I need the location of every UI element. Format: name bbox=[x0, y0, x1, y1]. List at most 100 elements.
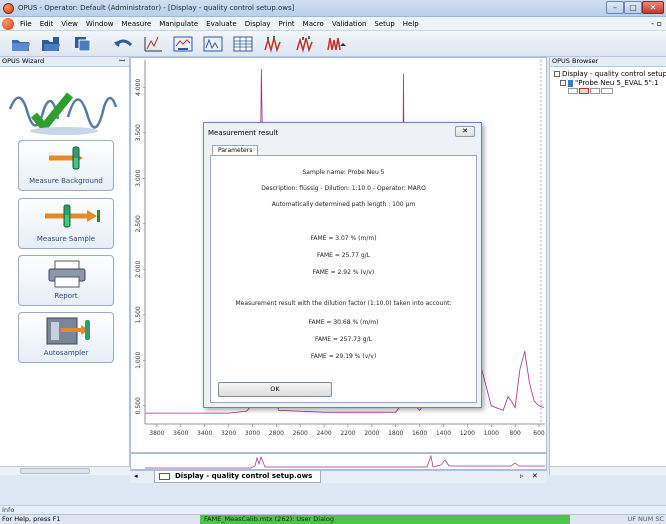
wizard-scroll-thumb[interactable] bbox=[20, 468, 90, 474]
report-block-icon[interactable] bbox=[590, 88, 600, 94]
opus-app-icon[interactable] bbox=[3, 3, 14, 14]
wizard-title: OPUS Wizard bbox=[2, 57, 45, 65]
multi-peak-icon[interactable] bbox=[326, 34, 348, 54]
menu-measure[interactable]: Measure bbox=[118, 19, 156, 29]
pin-icon[interactable]: ꟷ bbox=[119, 57, 125, 66]
tab-scroll-left-icon[interactable]: ◂ bbox=[134, 472, 138, 480]
undo-arrow-icon[interactable] bbox=[112, 34, 134, 54]
tree-expand-icon[interactable] bbox=[554, 71, 560, 77]
maximize-button[interactable]: □ bbox=[624, 1, 642, 14]
result-mm-text: FAME = 3.07 % (m/m) bbox=[310, 235, 377, 242]
tree-child-label[interactable]: "Probe Neu 5_EVAL 5":1 bbox=[575, 79, 659, 87]
peak-pick-2-icon[interactable] bbox=[294, 34, 316, 54]
x-tick-label: 3400 bbox=[197, 430, 212, 437]
x-tick-label: 1600 bbox=[412, 430, 427, 437]
diluted-result-mm-text: FAME = 30.68 % (m/m) bbox=[308, 319, 379, 326]
ok-button[interactable]: OK bbox=[218, 382, 332, 397]
history-block-icon[interactable] bbox=[601, 88, 613, 94]
mdi-restore-button[interactable]: - ▫ bbox=[651, 19, 662, 28]
tree-expand-icon[interactable] bbox=[560, 80, 566, 86]
dialog-title: Measurement result bbox=[208, 129, 279, 137]
x-tick-label: 800 bbox=[509, 430, 521, 437]
autosampler-label: Autosampler bbox=[43, 349, 89, 357]
report-button[interactable]: Report bbox=[18, 255, 114, 306]
menu-manipulate[interactable]: Manipulate bbox=[155, 19, 202, 29]
tab-close-icon[interactable]: ✕ bbox=[532, 472, 538, 480]
opus-browser-pane: OPUS Browser Display - quality control s… bbox=[549, 57, 666, 475]
dialog-close-button[interactable]: ✕ bbox=[455, 126, 475, 137]
copy-windows-icon[interactable] bbox=[72, 34, 94, 54]
menu-logo-icon[interactable] bbox=[2, 18, 14, 30]
tree-root-label[interactable]: Display - quality control setup.ows bbox=[562, 70, 666, 78]
x-tick-label: 2400 bbox=[316, 430, 331, 437]
browser-title: OPUS Browser bbox=[552, 57, 599, 65]
menu-evaluate[interactable]: Evaluate bbox=[202, 19, 241, 29]
diluted-result-gl-text: FAME = 257.73 g/L bbox=[315, 336, 372, 343]
y-tick-label: 2.500 bbox=[135, 215, 142, 232]
status-task-indicator: FAME_MeasCalib.mtx (262): User Dialog bbox=[200, 515, 570, 524]
overview-line bbox=[145, 454, 545, 469]
menu-macro[interactable]: Macro bbox=[299, 19, 328, 29]
x-tick-label: 3200 bbox=[221, 430, 236, 437]
overview-spectrum[interactable] bbox=[130, 453, 547, 470]
printer-icon bbox=[48, 260, 86, 288]
result-vv-text: FAME = 2.92 % (v/v) bbox=[312, 269, 375, 276]
menu-bar: File Edit View Window Measure Manipulate… bbox=[0, 17, 666, 31]
open-folder-icon[interactable] bbox=[10, 34, 32, 54]
menu-help[interactable]: Help bbox=[399, 19, 423, 29]
peak-pick-icon[interactable] bbox=[262, 34, 284, 54]
menu-display[interactable]: Display bbox=[241, 19, 275, 29]
x-tick-label: 1000 bbox=[484, 430, 499, 437]
menu-view[interactable]: View bbox=[57, 19, 82, 29]
toolbar bbox=[0, 31, 666, 57]
y-tick-label: 2.000 bbox=[135, 261, 142, 278]
minimize-button[interactable]: – bbox=[606, 1, 624, 14]
save-folder-icon[interactable] bbox=[40, 34, 62, 54]
measure-background-button[interactable]: Measure Background bbox=[18, 140, 114, 191]
measure-sample-button[interactable]: Measure Sample bbox=[18, 198, 114, 249]
close-button[interactable]: ✕ bbox=[642, 1, 664, 14]
x-tick-label: 1200 bbox=[460, 430, 475, 437]
opus-wizard-pane: OPUS Wizard ꟷ Measure Background Measure… bbox=[0, 57, 130, 475]
crosshair-icon[interactable] bbox=[142, 34, 164, 54]
menu-edit[interactable]: Edit bbox=[36, 19, 58, 29]
wizard-header: OPUS Wizard ꟷ bbox=[0, 57, 129, 67]
tree-root-row[interactable]: Display - quality control setup.ows bbox=[554, 70, 666, 78]
info-bar: Info bbox=[0, 505, 666, 514]
autosampler-button[interactable]: Autosampler bbox=[18, 312, 114, 363]
y-tick-label: 3.000 bbox=[135, 170, 142, 187]
x-tick-label: 1400 bbox=[436, 430, 451, 437]
x-tick-label: 2000 bbox=[364, 430, 379, 437]
tab-display-quality-control[interactable]: Display - quality control setup.ows bbox=[154, 471, 322, 483]
eval-block-icon[interactable] bbox=[579, 88, 589, 94]
menu-setup[interactable]: Setup bbox=[370, 19, 398, 29]
display-doc-icon bbox=[159, 473, 170, 480]
measure-sample-label: Measure Sample bbox=[36, 235, 96, 243]
window-title: OPUS - Operator: Default (Administrator)… bbox=[18, 4, 295, 12]
wizard-horizontal-scrollbar[interactable] bbox=[0, 466, 130, 475]
browser-horizontal-scrollbar[interactable] bbox=[550, 466, 666, 475]
tab-scroll-right-icon[interactable]: ▹ bbox=[520, 472, 524, 480]
description-text: Description: flüssig - Dilution: 1:10.0 … bbox=[261, 185, 426, 192]
status-help-text: For Help, press F1 bbox=[2, 515, 61, 523]
tree-child-row[interactable]: "Probe Neu 5_EVAL 5":1 bbox=[560, 79, 659, 87]
menu-print[interactable]: Print bbox=[275, 19, 299, 29]
data-block-icons bbox=[568, 88, 613, 96]
y-tick-label: 0.500 bbox=[135, 397, 142, 414]
y-tick-label: 4.000 bbox=[135, 79, 142, 96]
autosampler-icon bbox=[46, 317, 90, 345]
table-icon[interactable] bbox=[232, 34, 254, 54]
menu-validation[interactable]: Validation bbox=[328, 19, 371, 29]
x-tick-label: 3600 bbox=[173, 430, 188, 437]
title-bar: OPUS - Operator: Default (Administrator)… bbox=[0, 0, 666, 17]
info-label[interactable]: Info bbox=[2, 506, 14, 514]
menu-window[interactable]: Window bbox=[82, 19, 118, 29]
menu-file[interactable]: File bbox=[16, 19, 36, 29]
y-tick-label: 3.500 bbox=[135, 124, 142, 141]
x-tick-label: 3000 bbox=[245, 430, 260, 437]
x-tick-label: 600 bbox=[533, 430, 545, 437]
overview-spectrum-svg bbox=[145, 454, 545, 469]
ab-block-icon[interactable] bbox=[568, 88, 578, 94]
spectrum-icon[interactable] bbox=[202, 34, 224, 54]
zoom-icon[interactable] bbox=[172, 34, 194, 54]
